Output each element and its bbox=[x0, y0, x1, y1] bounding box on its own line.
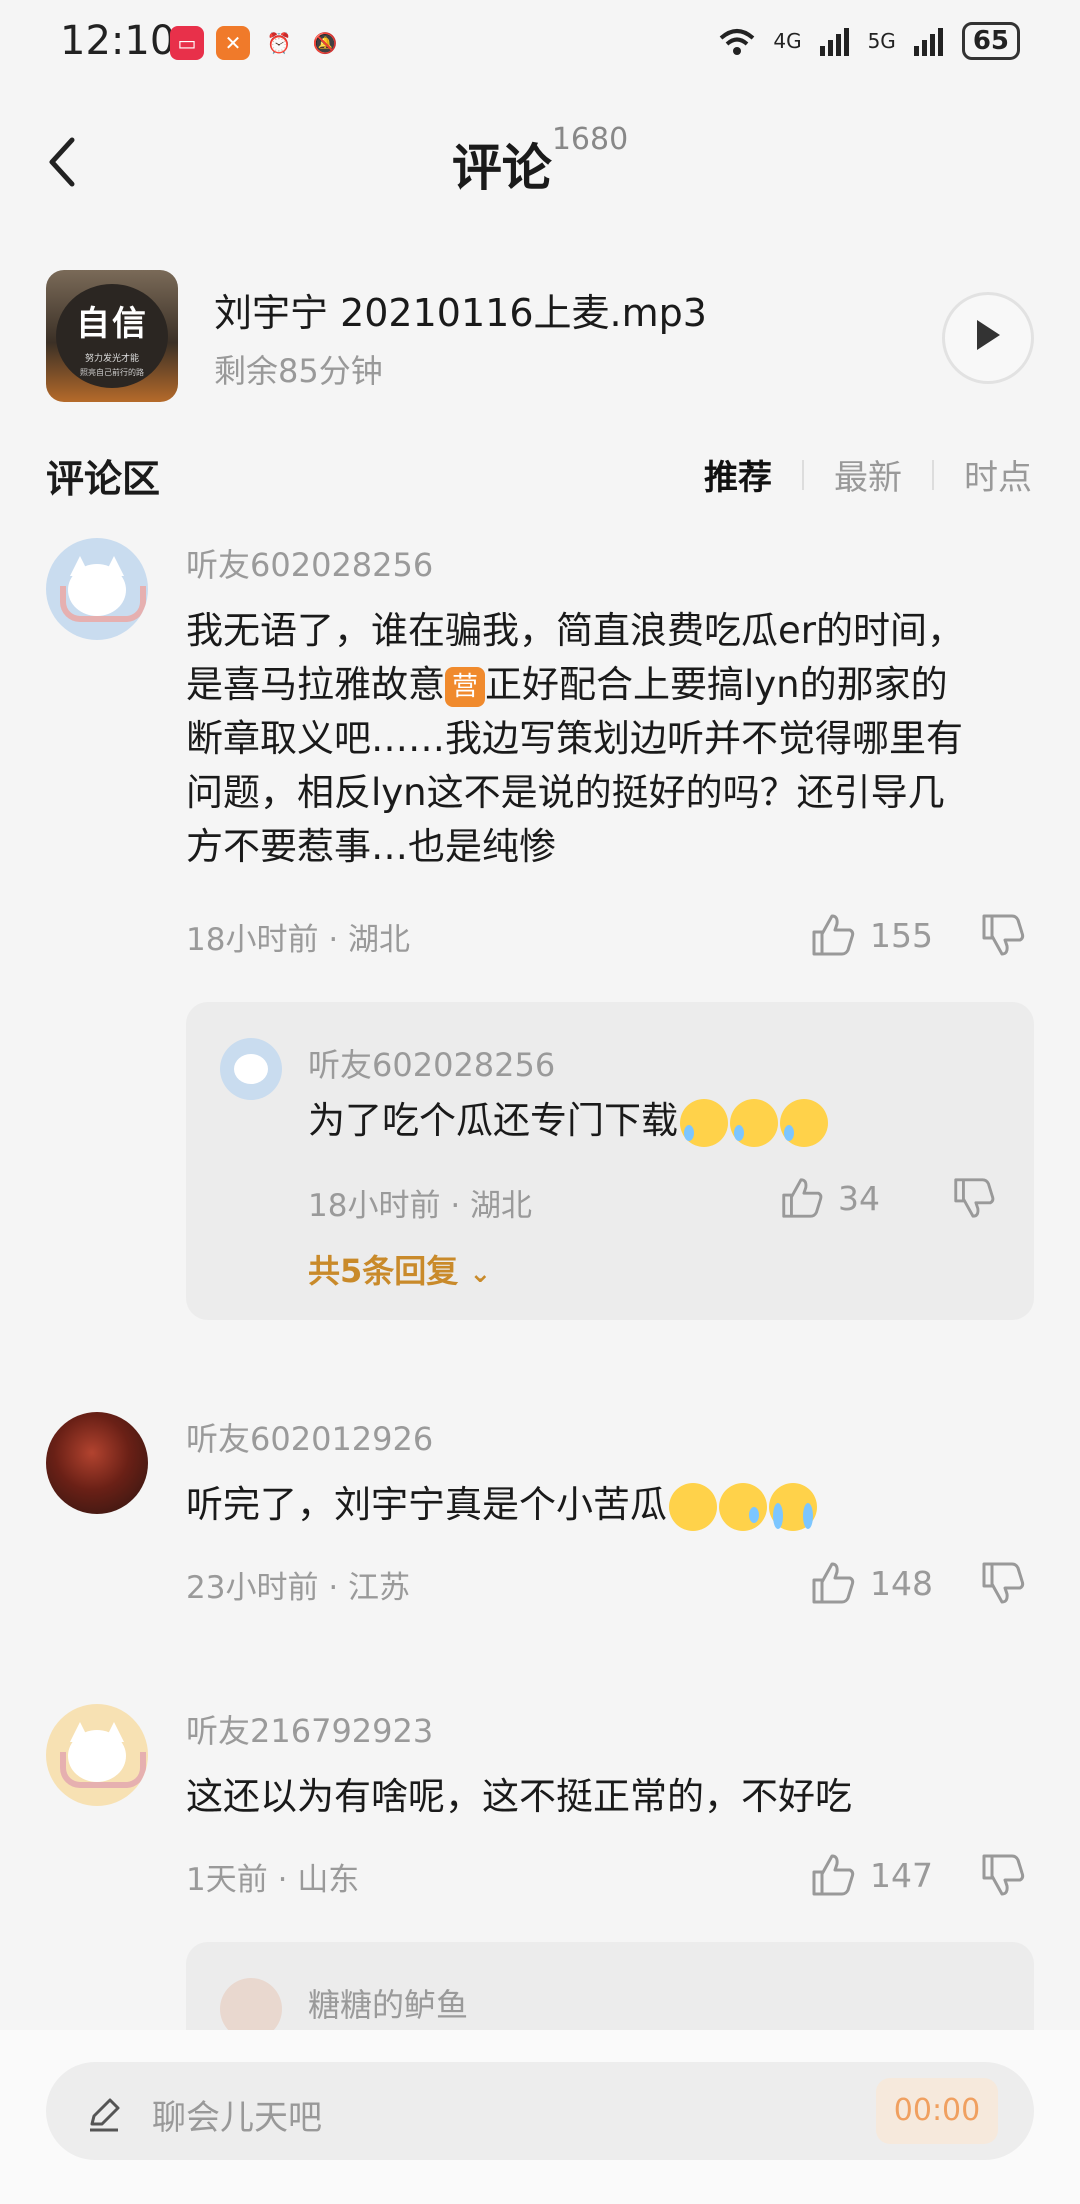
reply-box: 听友602028256 为了吃个瓜还专门下载 18小时前 · 湖北 34 共5条… bbox=[186, 1002, 1034, 1320]
comment-line: 断章取义吧……我边写策划边听并不觉得哪里有 bbox=[186, 717, 963, 760]
status-time: 12:10 bbox=[60, 18, 176, 64]
like-count: 147 bbox=[870, 1855, 933, 1895]
thumbs-up-icon bbox=[812, 1854, 855, 1896]
alarm-icon: ⏰ bbox=[266, 31, 292, 55]
reply-username[interactable]: 糖糖的鲈鱼 bbox=[308, 1980, 468, 2026]
wifi-icon bbox=[720, 29, 755, 55]
comment-section-title: 评论区 bbox=[46, 457, 161, 501]
like-button[interactable]: 148 bbox=[808, 1558, 933, 1608]
crying-emoji-icon bbox=[780, 1098, 828, 1147]
comment-username[interactable]: 听友602028256 bbox=[186, 540, 433, 586]
crying-emoji-icon bbox=[730, 1098, 778, 1147]
meta-separator: · bbox=[328, 1570, 339, 1606]
thumbs-up-icon bbox=[812, 914, 855, 956]
comment-line: 问题，相反lyn这不是说的挺好的吗？还引导几 bbox=[186, 771, 945, 814]
comment-time: 23小时前 bbox=[186, 1570, 319, 1606]
comment-count: 1680 bbox=[551, 122, 629, 157]
comment-username[interactable]: 听友216792923 bbox=[186, 1706, 433, 1752]
comment-region: 江苏 bbox=[348, 1570, 411, 1606]
play-icon bbox=[977, 320, 1000, 350]
comment-input-placeholder[interactable]: 聊会儿天吧 bbox=[152, 2090, 322, 2139]
comment-time: 1天前 bbox=[186, 1862, 268, 1898]
comment-text-content: 听完了，刘宇宁真是个小苦瓜 bbox=[186, 1483, 667, 1526]
ying-badge-icon: 营 bbox=[445, 666, 485, 707]
comment-line: 是喜马拉雅故意营正好配合上要搞lyn的那家的 bbox=[186, 658, 1046, 712]
reply-meta: 18小时前 · 湖北 bbox=[308, 1180, 532, 1225]
chevron-down-icon: ⌄ bbox=[469, 1259, 492, 1289]
comment-meta: 1天前 · 山东 bbox=[186, 1854, 359, 1899]
play-button[interactable] bbox=[942, 292, 1034, 384]
cover-subtitle: 努力发光才能 bbox=[84, 354, 139, 364]
thumbs-down-icon[interactable] bbox=[978, 1850, 1028, 1900]
cover-badge: 自信 努力发光才能 照亮自己前行的路 bbox=[56, 284, 168, 388]
mute-bell-icon: 🔕 bbox=[312, 31, 338, 55]
thumbs-down-icon[interactable] bbox=[978, 1558, 1028, 1608]
avatar[interactable] bbox=[46, 1704, 148, 1806]
status-indicators: 4G 5G 65 bbox=[717, 22, 1020, 60]
thumbs-up-icon bbox=[812, 1562, 855, 1604]
reply-username[interactable]: 听友602028256 bbox=[308, 1040, 555, 1086]
meta-separator: · bbox=[328, 922, 339, 958]
like-count: 148 bbox=[870, 1563, 933, 1603]
comment-region: 湖北 bbox=[348, 922, 411, 958]
comment-meta: 18小时前 · 湖北 bbox=[186, 914, 410, 959]
reply-time: 18小时前 bbox=[308, 1188, 441, 1224]
comment-username[interactable]: 听友602012926 bbox=[186, 1414, 433, 1460]
thumbs-up-icon bbox=[782, 1178, 823, 1218]
more-replies-link[interactable]: 共5条回复 ⌄ bbox=[308, 1246, 491, 1292]
comment-line-part: 是喜马拉雅故意 bbox=[186, 663, 445, 706]
battery-indicator: 65 bbox=[961, 22, 1020, 60]
timer-button[interactable]: 00:00 bbox=[876, 2078, 998, 2144]
comment-region: 山东 bbox=[297, 1862, 360, 1898]
avatar[interactable] bbox=[46, 1412, 148, 1514]
crying-emoji-icon bbox=[680, 1098, 728, 1147]
reply-like-button[interactable]: 34 bbox=[778, 1174, 880, 1222]
comment-meta: 23小时前 · 江苏 bbox=[186, 1562, 410, 1607]
sort-tabs: 推荐 最新 时点 bbox=[674, 450, 1032, 499]
shopping-app-icon: ▭ bbox=[170, 26, 204, 60]
reply-text: 为了吃个瓜还专门下载 bbox=[308, 1094, 828, 1148]
audio-cover[interactable]: 自信 努力发光才能 照亮自己前行的路 bbox=[46, 270, 178, 402]
network-5g-label: 5G bbox=[867, 29, 896, 53]
reply-avatar[interactable] bbox=[220, 1038, 282, 1100]
thumbs-down-icon[interactable] bbox=[978, 910, 1028, 960]
comment-text: 这还以为有啥呢，这不挺正常的，不好吃 bbox=[186, 1775, 852, 1818]
meta-separator: · bbox=[277, 1862, 288, 1898]
comment-line-part: 正好配合上要搞lyn的那家的 bbox=[485, 663, 948, 706]
reply-region: 湖北 bbox=[470, 1188, 533, 1224]
avatar[interactable] bbox=[46, 538, 148, 640]
pencil-icon bbox=[90, 2098, 120, 2132]
comment-text: 听完了，刘宇宁真是个小苦瓜 bbox=[186, 1478, 817, 1532]
sobbing-emoji-icon bbox=[769, 1482, 817, 1531]
tab-latest[interactable]: 最新 bbox=[804, 450, 932, 499]
reply-text-content: 为了吃个瓜还专门下载 bbox=[308, 1099, 678, 1142]
like-button[interactable]: 155 bbox=[808, 910, 933, 960]
more-replies-label: 共5条回复 bbox=[308, 1252, 459, 1290]
like-count: 155 bbox=[870, 915, 933, 955]
network-4g-label: 4G bbox=[773, 29, 802, 53]
comment-text: 我无语了，谁在骗我，简直浪费吃瓜er的时间， 是喜马拉雅故意营正好配合上要搞ly… bbox=[186, 604, 1046, 874]
cover-title: 自信 bbox=[76, 304, 148, 344]
thumbs-down-icon[interactable] bbox=[950, 1174, 998, 1222]
comment-time: 18小时前 bbox=[186, 922, 319, 958]
status-app-icons: ▭ ✕ ⏰ 🔕 bbox=[170, 26, 342, 60]
audio-title[interactable]: 刘宇宁 20210116上麦.mp3 bbox=[214, 282, 707, 337]
signal-icon-2 bbox=[913, 28, 943, 56]
tearful-emoji-icon bbox=[719, 1482, 767, 1531]
tab-timepoint[interactable]: 时点 bbox=[934, 450, 1032, 499]
signal-icon bbox=[819, 28, 849, 56]
comment-line: 方不要惹事…也是纯惨 bbox=[186, 825, 556, 868]
page-title-label: 评论 bbox=[451, 139, 552, 197]
cover-subtitle-2: 照亮自己前行的路 bbox=[80, 368, 144, 377]
reply-like-count: 34 bbox=[838, 1178, 880, 1218]
like-button[interactable]: 147 bbox=[808, 1850, 933, 1900]
comment-line: 我无语了，谁在骗我，简直浪费吃瓜er的时间， bbox=[186, 609, 964, 652]
worried-emoji-icon bbox=[669, 1482, 717, 1531]
meta-separator: · bbox=[450, 1188, 461, 1224]
tab-recommended[interactable]: 推荐 bbox=[674, 450, 802, 499]
himalaya-app-icon: ✕ bbox=[216, 26, 250, 60]
audio-remaining: 剩余85分钟 bbox=[214, 352, 383, 390]
page-title: 评论1680 bbox=[0, 122, 1080, 200]
